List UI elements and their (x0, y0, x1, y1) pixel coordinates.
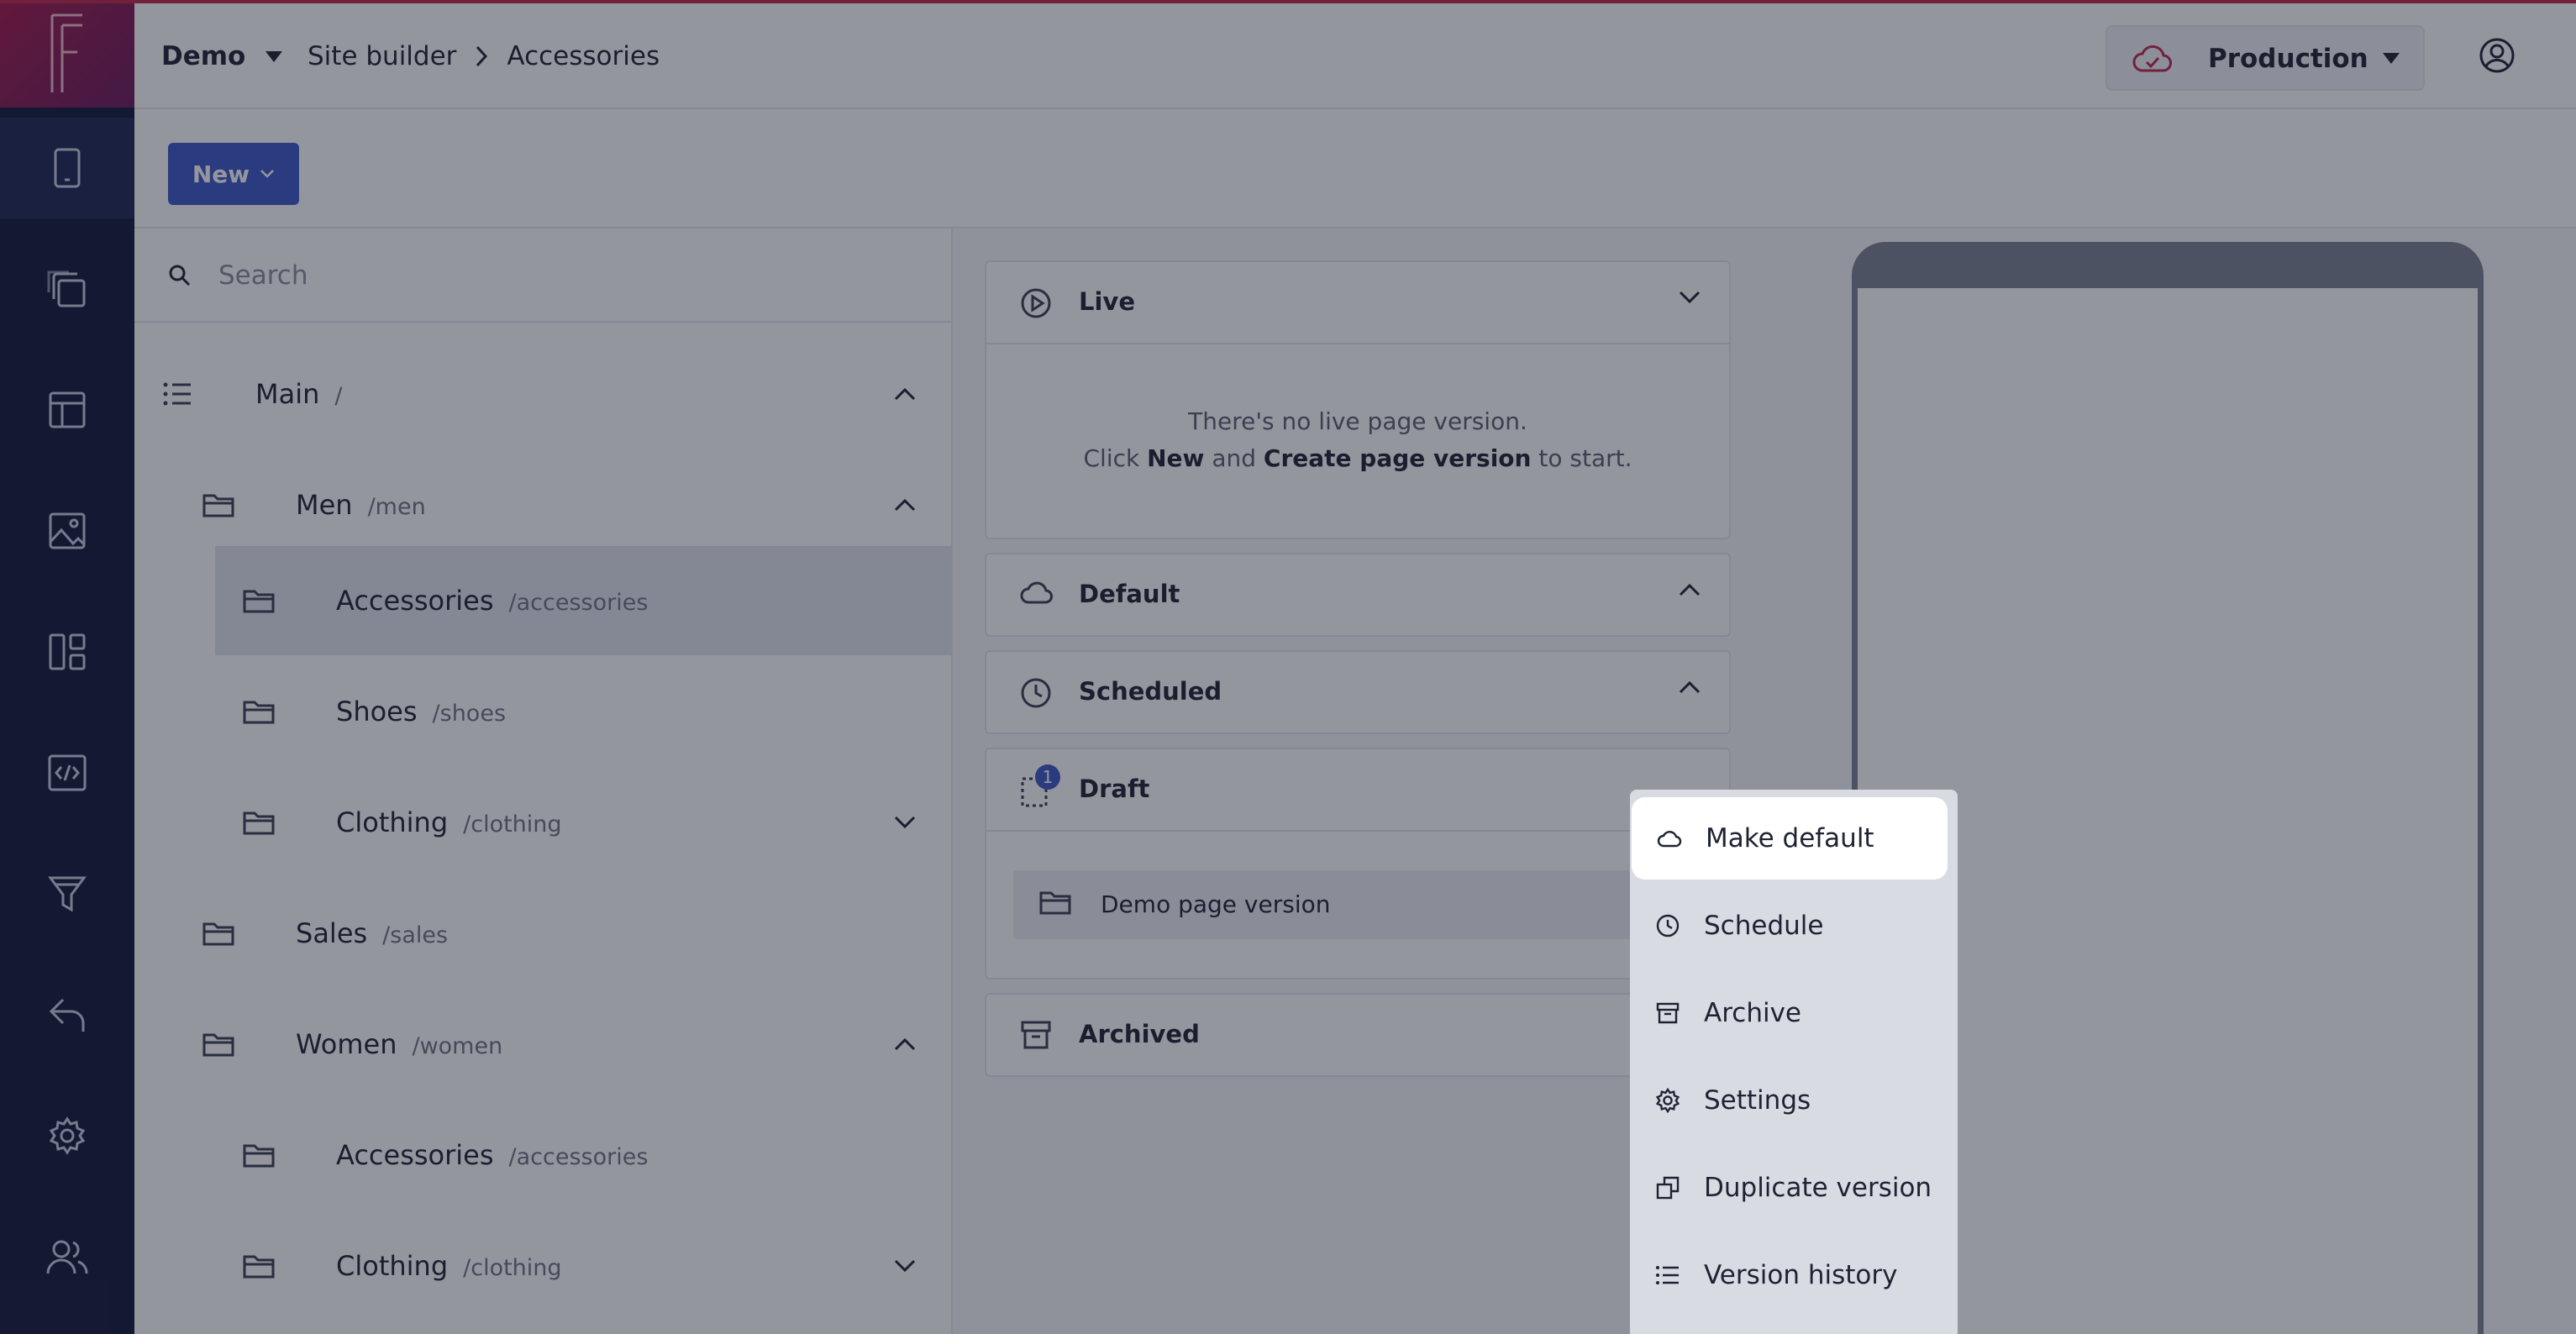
menu-item-label: Make default (1706, 823, 1874, 853)
menu-item-label: Schedule (1704, 911, 1824, 941)
menu-overlay[interactable] (0, 0, 2576, 1334)
menu-item-label: Version history (1704, 1260, 1898, 1290)
menu-item-duplicate[interactable]: Duplicate version (1630, 1147, 1958, 1229)
settings-icon (1655, 1088, 1680, 1113)
menu-item-settings[interactable]: Settings (1630, 1059, 1958, 1142)
menu-item-label: Archive (1704, 998, 1801, 1028)
duplicate-icon (1656, 1176, 1680, 1200)
menu-item-version-history[interactable]: Version history (1630, 1234, 1958, 1316)
menu-item-archive[interactable]: Archive (1630, 972, 1958, 1054)
menu-item-label: Settings (1704, 1085, 1811, 1116)
clock-icon (1656, 914, 1680, 937)
list-icon (1656, 1266, 1679, 1284)
menu-item-make-default[interactable]: Make default (1632, 797, 1948, 880)
archive-icon (1656, 1002, 1680, 1024)
cloud-icon (1657, 831, 1682, 848)
menu-item-label: Duplicate version (1704, 1173, 1932, 1203)
version-context-menu: Make default Schedule Archive Settings D… (1630, 790, 1958, 1334)
menu-item-schedule[interactable]: Schedule (1630, 885, 1958, 967)
